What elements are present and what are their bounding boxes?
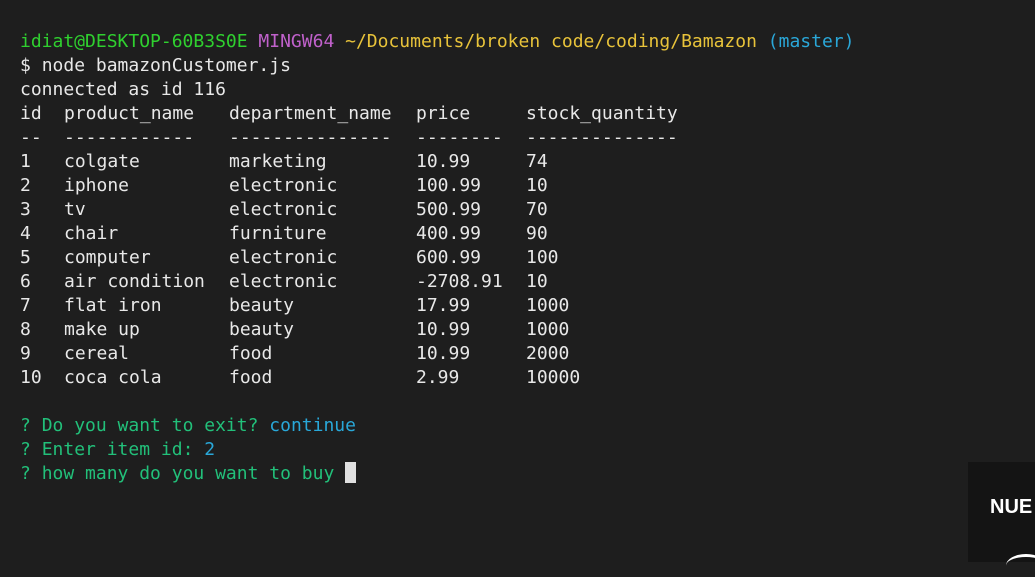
cell-product-name: tv [64, 199, 86, 220]
arc-shape [1006, 554, 1035, 577]
cell-product-name: coca cola [64, 367, 162, 388]
prompt-env: MINGW64 [258, 31, 335, 52]
question-text: how many do you want to buy [41, 463, 335, 484]
cell-product-name: computer [64, 247, 151, 268]
cell-price: 2.99 [416, 367, 460, 388]
table-separator-row: -- ------------ --------------- --------… [20, 126, 696, 150]
column-header-department-name: department_name [229, 103, 392, 124]
cell-stock-quantity: 100 [526, 247, 559, 268]
cell-price: 10.99 [416, 319, 471, 340]
cell-product-name: colgate [64, 151, 140, 172]
cell-price: -2708.91 [416, 271, 503, 292]
table-row: 1 colgate marketing 10.99 74 [20, 150, 696, 174]
cell-department-name: beauty [229, 319, 295, 340]
prompt-git-branch: (master) [767, 31, 855, 52]
cell-price: 400.99 [416, 223, 482, 244]
separator-price: -------- [416, 127, 503, 148]
cell-stock-quantity: 1000 [526, 295, 570, 316]
cell-department-name: marketing [229, 151, 327, 172]
cell-id: 7 [20, 295, 31, 316]
cell-stock-quantity: 74 [526, 151, 548, 172]
cell-department-name: electronic [229, 175, 338, 196]
products-table: id product_name department_name price st… [20, 102, 696, 390]
cell-department-name: electronic [229, 199, 338, 220]
cell-product-name: flat iron [64, 295, 162, 316]
question-text: Enter item id: [41, 439, 194, 460]
cell-product-name: make up [64, 319, 140, 340]
question-answer: 2 [204, 439, 216, 460]
corner-widget: NUE [968, 462, 1035, 562]
table-row: 6 air condition electronic -2708.91 10 [20, 270, 696, 294]
table-row: 5 computer electronic 600.99 100 [20, 246, 696, 270]
cell-stock-quantity: 90 [526, 223, 548, 244]
corner-widget-text: NUE [990, 496, 1033, 518]
cell-stock-quantity: 2000 [526, 343, 570, 364]
column-header-id: id [20, 103, 42, 124]
cell-department-name: food [229, 367, 273, 388]
table-row: 2 iphone electronic 100.99 10 [20, 174, 696, 198]
question-text: Do you want to exit? [41, 415, 259, 436]
question-answer: continue [269, 415, 356, 436]
column-header-product-name: product_name [64, 103, 195, 124]
cell-department-name: food [229, 343, 273, 364]
question-quantity[interactable]: ? how many do you want to buy [20, 462, 1035, 486]
cell-id: 4 [20, 223, 31, 244]
cell-product-name: chair [64, 223, 119, 244]
terminal-output[interactable]: idiat@DESKTOP-60B3S0E MINGW64 ~/Document… [20, 30, 1035, 486]
cell-price: 10.99 [416, 151, 471, 172]
separator-product-name: ------------ [64, 127, 195, 148]
cell-stock-quantity: 1000 [526, 319, 570, 340]
table-row: 10 coca cola food 2.99 10000 [20, 366, 696, 390]
question-exit: ? Do you want to exit? continue [20, 414, 1035, 438]
cell-id: 6 [20, 271, 31, 292]
cell-product-name: air condition [64, 271, 205, 292]
cell-product-name: cereal [64, 343, 130, 364]
cell-stock-quantity: 70 [526, 199, 548, 220]
table-row: 8 make up beauty 10.99 1000 [20, 318, 696, 342]
question-marker: ? [20, 439, 31, 460]
cell-id: 3 [20, 199, 31, 220]
table-row: 4 chair furniture 400.99 90 [20, 222, 696, 246]
shell-prompt-line: idiat@DESKTOP-60B3S0E MINGW64 ~/Document… [20, 30, 1035, 54]
table-header-row: id product_name department_name price st… [20, 102, 696, 126]
cell-price: 10.99 [416, 343, 471, 364]
cell-id: 5 [20, 247, 31, 268]
cell-id: 1 [20, 151, 31, 172]
cell-department-name: furniture [229, 223, 327, 244]
cell-department-name: electronic [229, 271, 338, 292]
connected-message: connected as id 116 [20, 79, 226, 100]
cell-stock-quantity: 10 [526, 175, 548, 196]
table-row: 9 cereal food 10.99 2000 [20, 342, 696, 366]
cell-stock-quantity: 10 [526, 271, 548, 292]
cell-department-name: electronic [229, 247, 338, 268]
cell-price: 600.99 [416, 247, 482, 268]
column-header-price: price [416, 103, 471, 124]
prompt-path: ~/Documents/broken code/coding/Bamazon [345, 31, 757, 52]
cell-id: 10 [20, 367, 42, 388]
cell-price: 17.99 [416, 295, 471, 316]
command-line: $ node bamazonCustomer.js [20, 54, 1035, 78]
prompt-symbol: $ [20, 55, 31, 76]
cell-stock-quantity: 10000 [526, 367, 581, 388]
column-header-stock-quantity: stock_quantity [526, 103, 678, 124]
question-item-id: ? Enter item id: 2 [20, 438, 1035, 462]
question-marker: ? [20, 463, 31, 484]
table-row: 3 tv electronic 500.99 70 [20, 198, 696, 222]
separator-department-name: --------------- [229, 127, 392, 148]
cell-id: 8 [20, 319, 31, 340]
cell-department-name: beauty [229, 295, 295, 316]
cell-id: 2 [20, 175, 31, 196]
table-row: 7 flat iron beauty 17.99 1000 [20, 294, 696, 318]
separator-id: -- [20, 127, 42, 148]
command-text: node bamazonCustomer.js [41, 55, 291, 76]
cell-product-name: iphone [64, 175, 130, 196]
question-marker: ? [20, 415, 31, 436]
separator-stock-quantity: -------------- [526, 127, 678, 148]
cell-id: 9 [20, 343, 31, 364]
cell-price: 500.99 [416, 199, 482, 220]
prompt-user-host: idiat@DESKTOP-60B3S0E [20, 31, 248, 52]
cell-price: 100.99 [416, 175, 482, 196]
text-cursor [345, 462, 357, 483]
